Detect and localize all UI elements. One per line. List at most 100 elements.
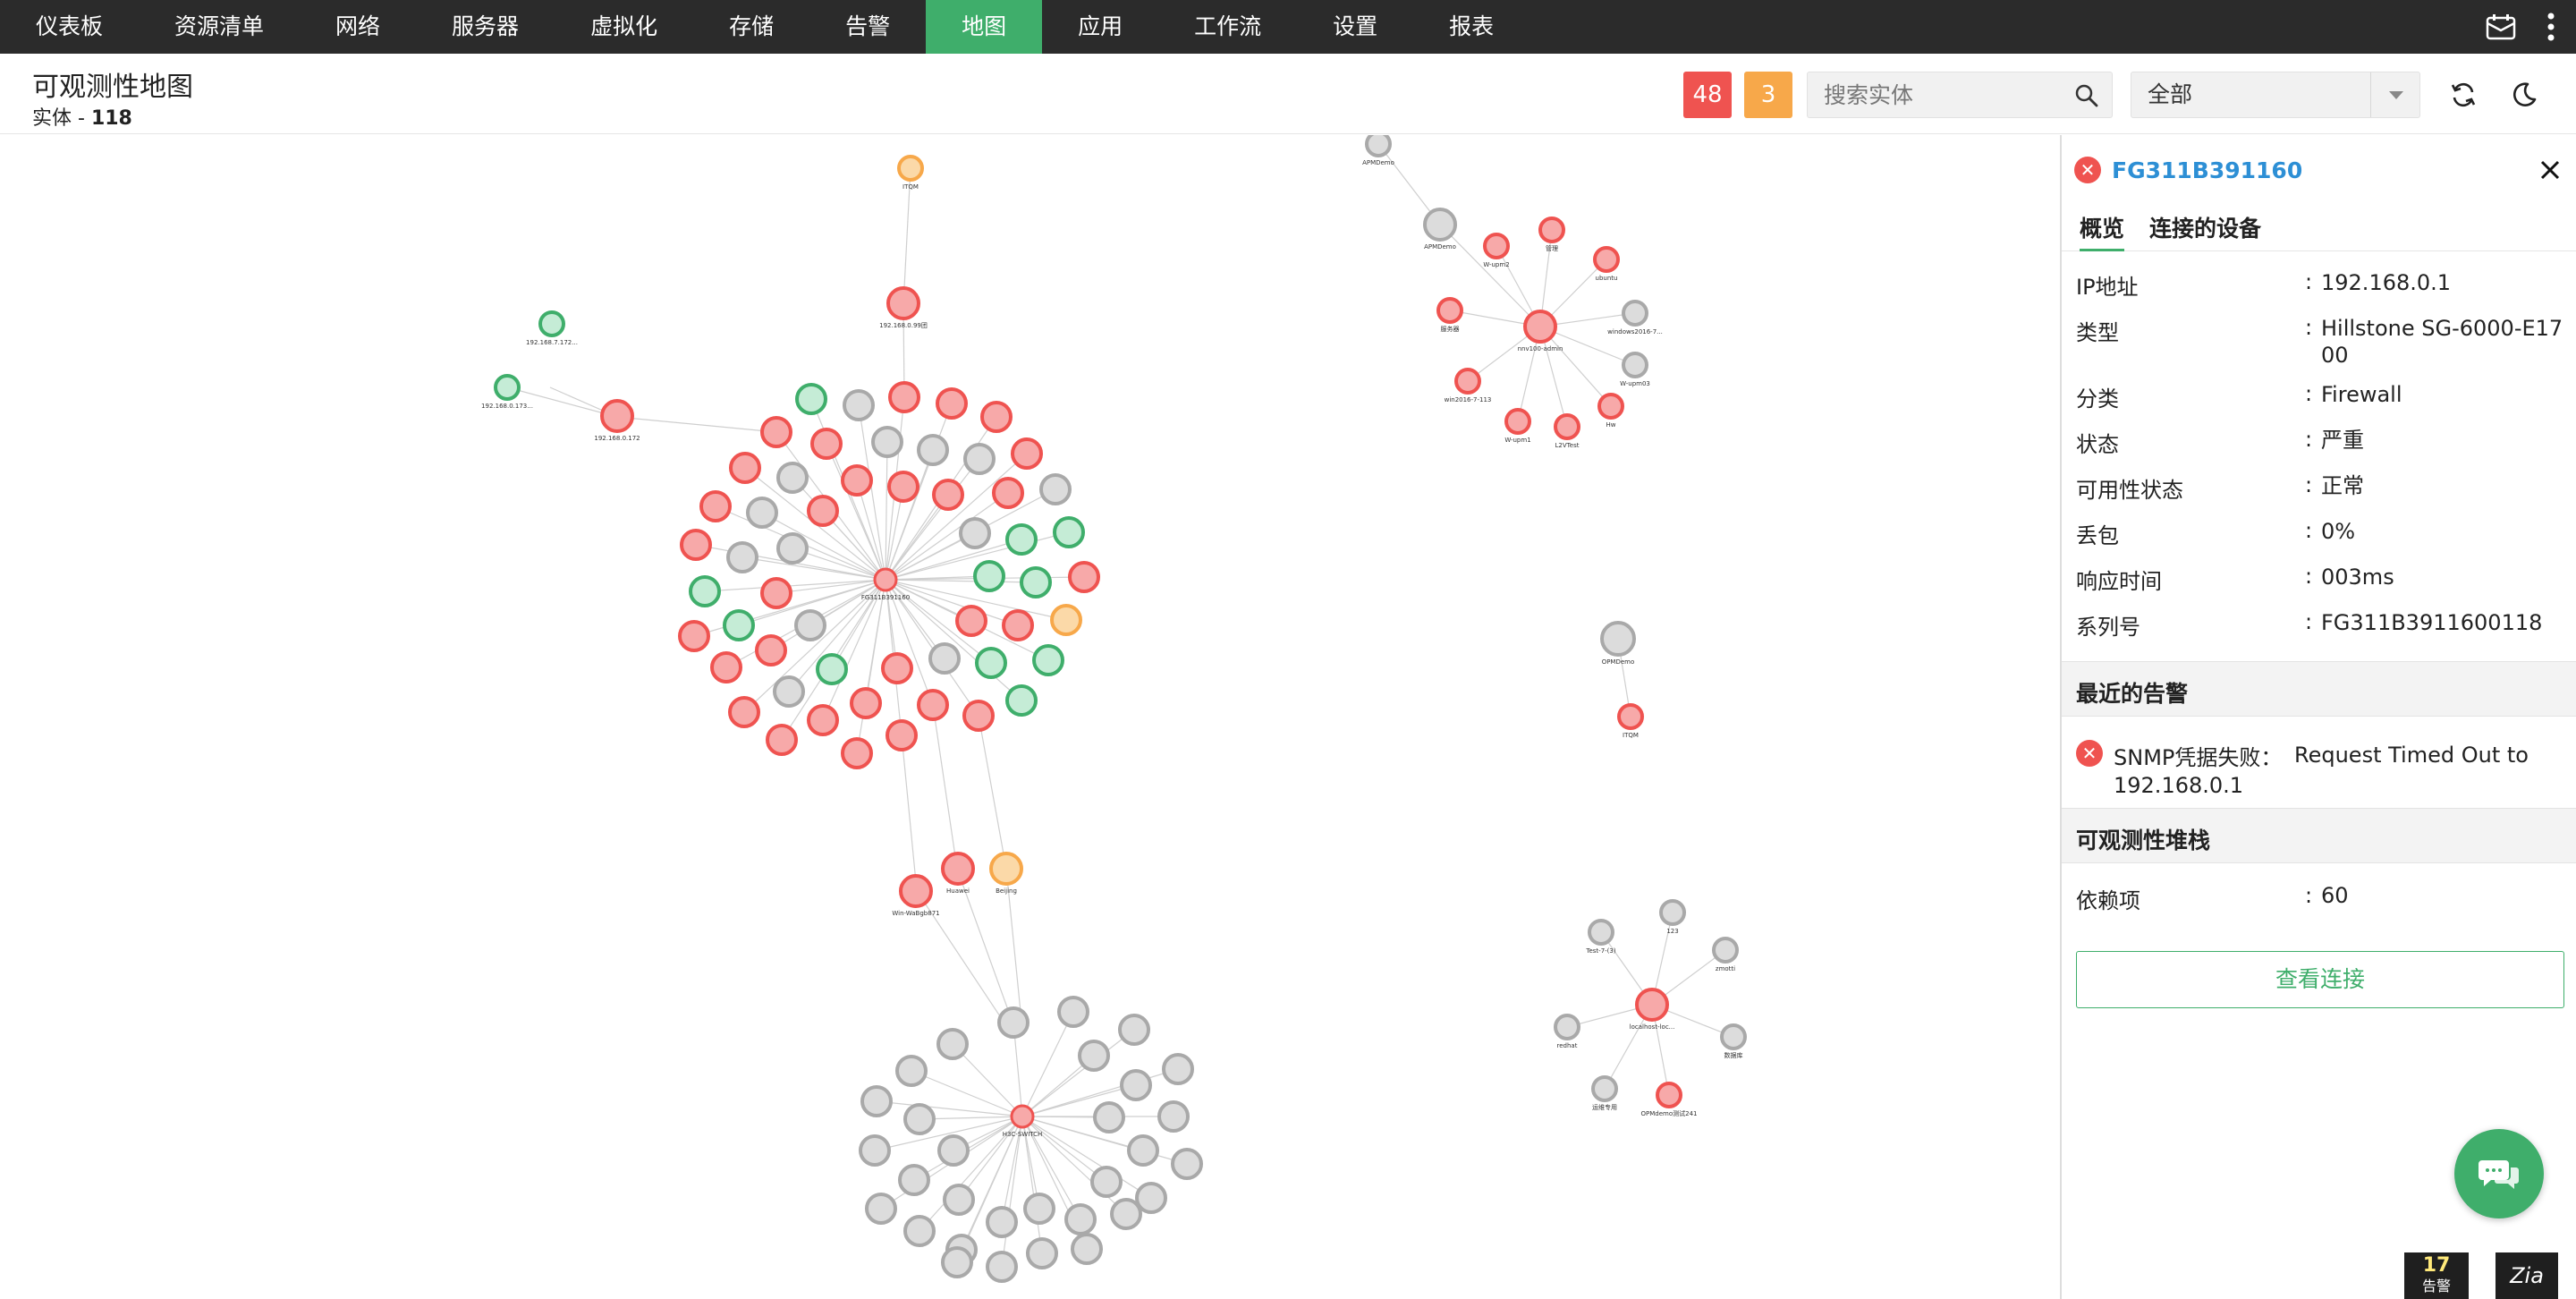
map-node[interactable] [1005, 684, 1038, 717]
nav-item[interactable]: 虚拟化 [555, 0, 693, 54]
map-node[interactable] [962, 700, 995, 732]
map-node[interactable] [936, 1028, 969, 1060]
map-node[interactable] [1032, 644, 1064, 676]
map-node[interactable] [936, 387, 968, 420]
map-node[interactable]: localhost-loc... [1630, 988, 1675, 1031]
map-node[interactable] [1026, 1237, 1058, 1269]
nav-item[interactable]: 地图 [926, 0, 1043, 54]
map-node[interactable]: 192.168.0.172 [594, 399, 640, 442]
map-node[interactable]: 123 [1659, 899, 1686, 935]
map-node[interactable] [807, 495, 839, 527]
map-node[interactable]: 服务器 [1436, 297, 1463, 333]
map-node[interactable] [755, 634, 787, 666]
chat-button[interactable] [2454, 1129, 2544, 1218]
map-node[interactable] [1118, 1014, 1150, 1046]
map-node[interactable] [1023, 1193, 1055, 1225]
map-node[interactable]: APMDemo [1423, 208, 1457, 250]
map-node[interactable] [997, 1006, 1030, 1039]
warning-count-badge[interactable]: 3 [1744, 72, 1792, 118]
map-node[interactable] [1005, 523, 1038, 556]
map-node[interactable] [943, 1184, 975, 1216]
map-node[interactable] [1071, 1233, 1103, 1265]
map-node[interactable] [795, 383, 827, 415]
view-connections-button[interactable]: 查看连接 [2076, 951, 2564, 1008]
map-node[interactable] [810, 428, 843, 460]
search-input[interactable] [1808, 72, 2058, 117]
map-node[interactable]: W-upm1 [1504, 408, 1531, 444]
map-node[interactable] [1110, 1198, 1142, 1230]
map-node[interactable]: W-upm03 [1620, 352, 1650, 387]
map-node[interactable] [794, 609, 826, 641]
map-node[interactable]: Win-WaBgb871 [892, 874, 940, 917]
map-node[interactable] [760, 577, 792, 609]
map-node[interactable] [807, 704, 839, 736]
map-node[interactable] [955, 605, 987, 637]
map-node[interactable] [1157, 1100, 1190, 1133]
map-node[interactable] [1078, 1040, 1110, 1072]
map-node[interactable]: Huawei [941, 852, 975, 895]
map-node[interactable] [729, 452, 761, 484]
map-node[interactable]: Beijing [989, 852, 1023, 895]
close-icon[interactable] [2535, 155, 2565, 185]
map-node[interactable] [986, 1251, 1018, 1283]
map-node[interactable] [1162, 1053, 1194, 1085]
map-node[interactable] [898, 1164, 930, 1196]
map-node[interactable] [816, 653, 848, 685]
map-node[interactable] [776, 532, 809, 565]
map-node[interactable]: nnv100-admin [1518, 310, 1563, 352]
map-node[interactable] [1127, 1134, 1159, 1167]
map-node[interactable] [710, 651, 742, 683]
map-node[interactable] [723, 609, 755, 641]
nav-item[interactable]: 存储 [693, 0, 809, 54]
map-node[interactable] [1050, 604, 1082, 636]
critical-count-badge[interactable]: 48 [1683, 72, 1732, 118]
map-node[interactable] [773, 675, 805, 708]
map-node[interactable] [1057, 996, 1089, 1028]
refresh-icon[interactable] [2444, 75, 2483, 115]
map-node[interactable] [1068, 561, 1100, 593]
nav-item[interactable]: 应用 [1042, 0, 1158, 54]
chevron-down-icon[interactable] [2389, 91, 2403, 99]
map-node[interactable] [928, 642, 961, 675]
map-node[interactable] [689, 575, 721, 607]
alarm-counter-widget[interactable]: 17 告警 [2404, 1252, 2469, 1299]
calendar-mail-icon[interactable] [2476, 0, 2526, 54]
nav-item[interactable]: 告警 [809, 0, 926, 54]
map-node[interactable] [776, 462, 809, 494]
map-node[interactable]: redhat [1554, 1014, 1580, 1049]
map-node[interactable] [678, 620, 710, 652]
topology-graph[interactable]: FG311B391160 ITQM 192.168.0.99团 192.168.0.1… [0, 135, 2060, 1299]
map-node[interactable]: Hw [1597, 393, 1624, 429]
map-node[interactable] [1120, 1069, 1152, 1101]
map-node[interactable] [917, 434, 949, 466]
map-node[interactable] [760, 416, 792, 448]
nav-item[interactable]: 报表 [1413, 0, 1530, 54]
nav-item[interactable]: 工作流 [1158, 0, 1297, 54]
map-node[interactable] [680, 529, 712, 561]
map-node[interactable] [841, 464, 873, 497]
map-node[interactable] [1039, 473, 1072, 505]
map-node[interactable] [728, 696, 760, 728]
tab-connected-devices[interactable]: 连接的设备 [2149, 207, 2261, 251]
map-node[interactable] [871, 426, 903, 458]
device-name-link[interactable]: FG311B391160 [2112, 157, 2302, 183]
more-vertical-icon[interactable] [2526, 0, 2576, 54]
map-node[interactable] [941, 1246, 973, 1278]
map-node[interactable] [903, 1103, 936, 1135]
map-node[interactable]: 数据库 [1720, 1023, 1747, 1059]
map-node[interactable] [1053, 516, 1085, 548]
nav-item[interactable]: 服务器 [416, 0, 555, 54]
map-node[interactable] [959, 517, 991, 549]
search-icon[interactable] [2074, 83, 2099, 108]
map-node[interactable] [1020, 566, 1052, 599]
map-node[interactable] [850, 687, 882, 719]
map-node[interactable] [1090, 1166, 1123, 1198]
map-node[interactable] [699, 490, 732, 522]
map-node[interactable]: W-upm2 [1483, 233, 1510, 268]
map-node[interactable]: zmotti [1712, 937, 1739, 972]
map-node[interactable] [932, 479, 964, 511]
map-node[interactable]: Test-7-(3) [1585, 919, 1616, 955]
nav-item[interactable]: 设置 [1297, 0, 1413, 54]
map-node[interactable] [937, 1134, 970, 1167]
tab-overview[interactable]: 概览 [2080, 207, 2125, 251]
